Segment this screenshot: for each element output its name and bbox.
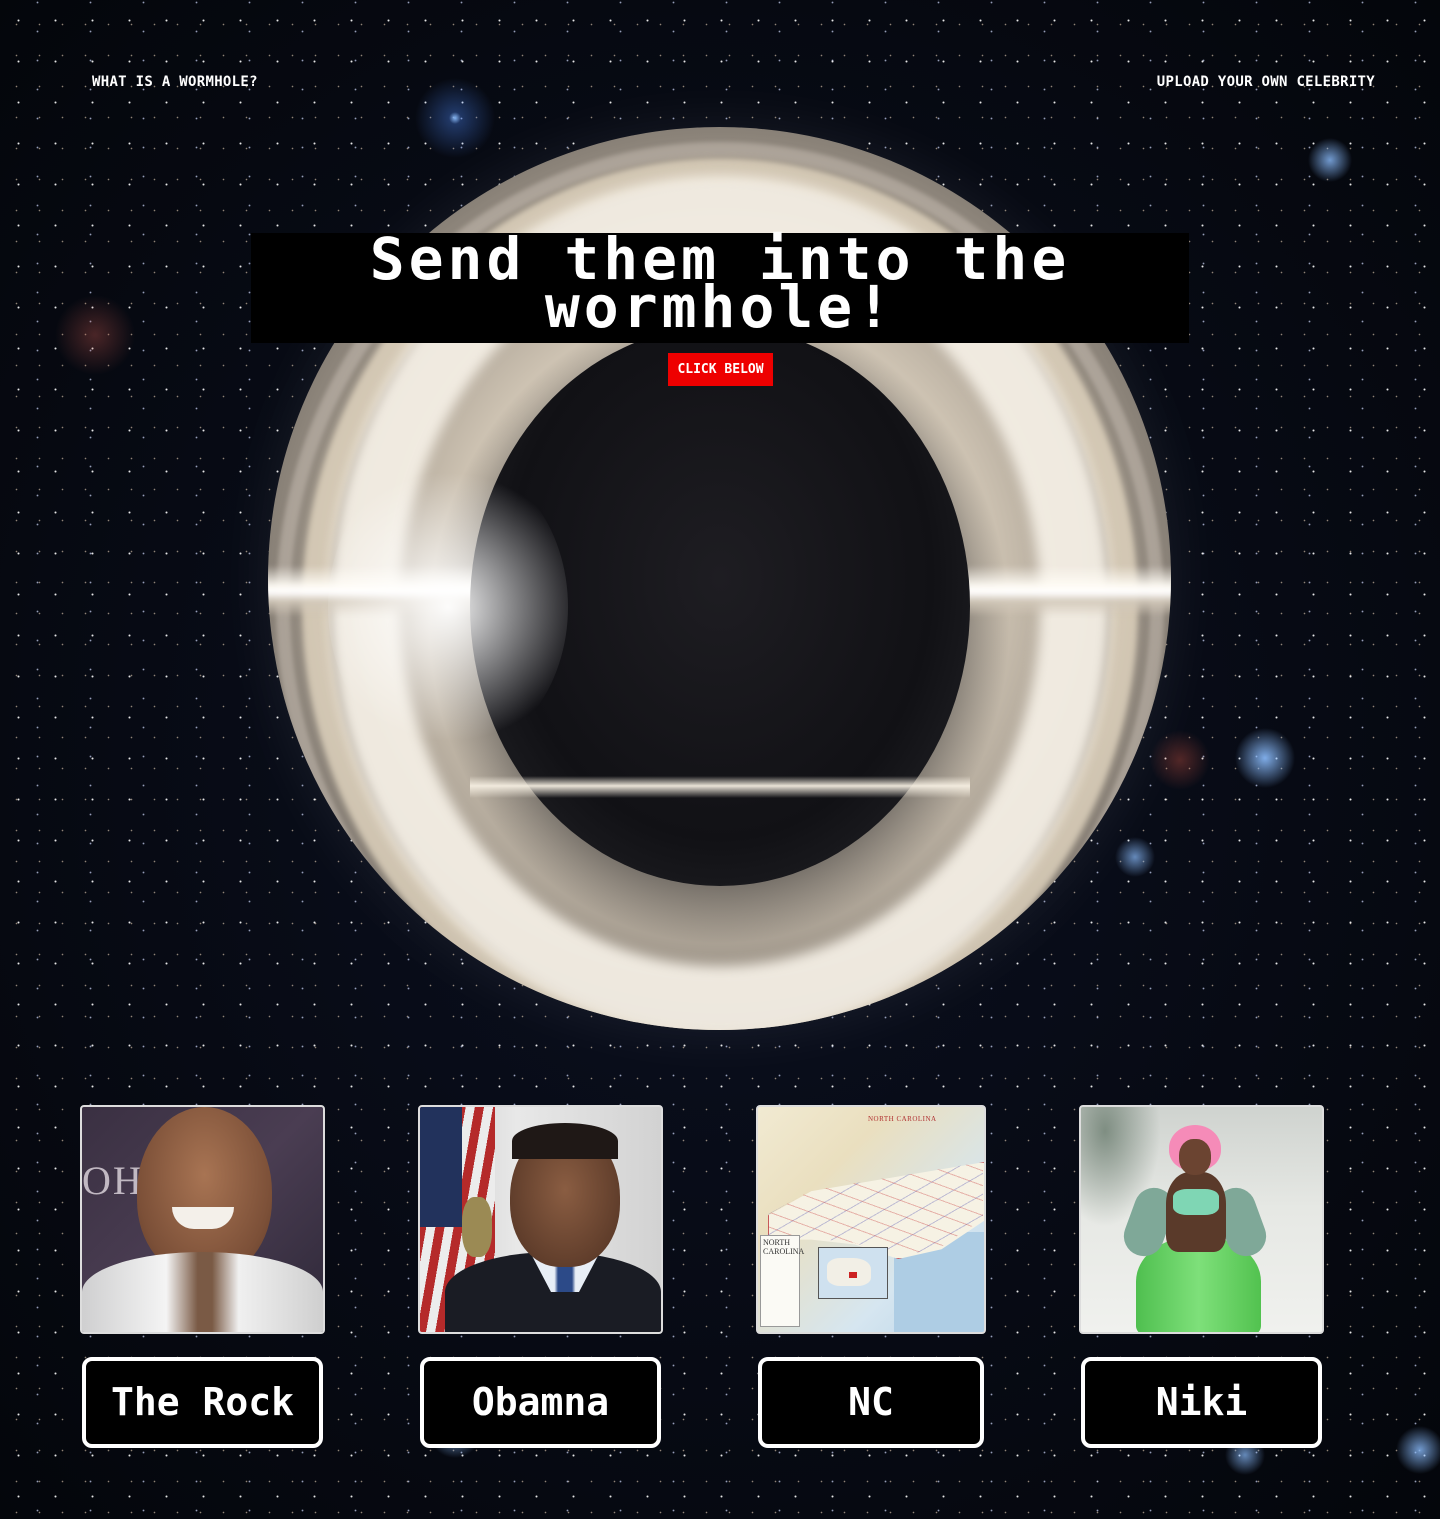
what-is-a-wormhole-link[interactable]: WHAT IS A WORMHOLE?	[92, 74, 258, 90]
nc-map-image[interactable]: NORTH CAROLINA NORTH CAROLINA	[756, 1105, 986, 1334]
hair	[512, 1123, 618, 1159]
top	[1173, 1189, 1219, 1215]
obamna-image[interactable]	[418, 1105, 663, 1334]
niki-image[interactable]	[1079, 1105, 1324, 1334]
backdrop-lettering: OH	[82, 1158, 144, 1203]
obamna-button[interactable]: Obamna	[420, 1357, 661, 1448]
shirt	[82, 1252, 323, 1332]
the-rock-image[interactable]: OH	[80, 1105, 325, 1334]
us-flag-canton	[420, 1107, 462, 1227]
wormhole-glow	[328, 457, 568, 757]
presidential-seal	[462, 1197, 492, 1257]
nc-button[interactable]: NC	[758, 1357, 984, 1448]
click-below-button[interactable]: CLICK BELOW	[668, 353, 773, 386]
us-inset-map	[818, 1247, 888, 1299]
face	[1179, 1139, 1211, 1175]
upload-celebrity-link[interactable]: UPLOAD YOUR OWN CELEBRITY	[1157, 74, 1375, 90]
nc-marker	[849, 1272, 857, 1278]
accretion-disk-front	[469, 775, 970, 798]
hero-title: Send them into the wormhole!	[251, 230, 1189, 343]
map-legend: NORTH CAROLINA	[760, 1235, 804, 1327]
map-header: NORTH CAROLINA	[868, 1115, 937, 1123]
the-rock-button[interactable]: The Rock	[82, 1357, 323, 1448]
niki-button[interactable]: Niki	[1081, 1357, 1322, 1448]
